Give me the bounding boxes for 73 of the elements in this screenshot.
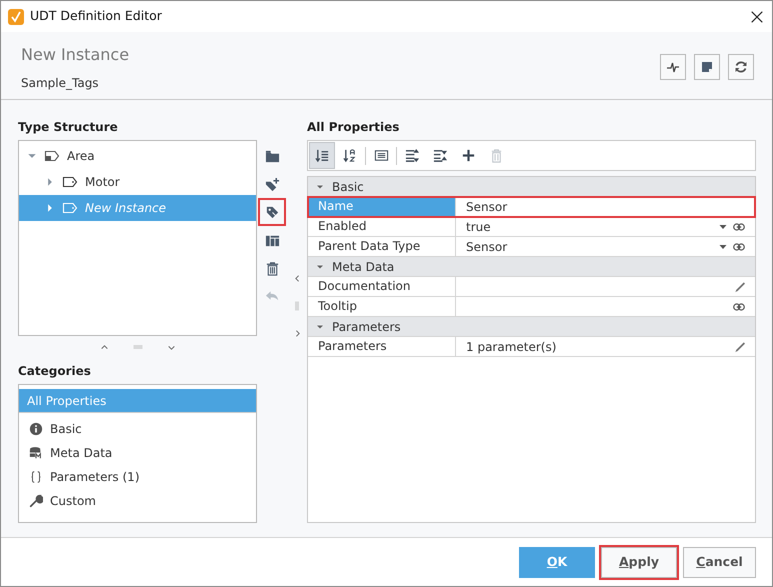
sort-category-icon bbox=[314, 148, 330, 163]
provider-name: Sample_Tags bbox=[21, 75, 100, 92]
tag-icon bbox=[61, 174, 79, 190]
property-name[interactable]: Documentation bbox=[308, 277, 456, 296]
link-icon[interactable] bbox=[731, 240, 747, 252]
collapse-all-icon bbox=[432, 148, 448, 163]
section-title: Type Structure bbox=[18, 119, 119, 136]
property-name[interactable]: Enabled bbox=[308, 217, 456, 236]
list-view-icon bbox=[374, 148, 388, 163]
tree-item[interactable]: Motor bbox=[19, 169, 256, 195]
name-input-field[interactable]: Sensor bbox=[466, 198, 747, 216]
app-logo-icon bbox=[8, 8, 24, 24]
category-label: Meta Data bbox=[50, 445, 112, 462]
dialog-button[interactable]: Cancel bbox=[683, 546, 756, 578]
toolbar-button[interactable] bbox=[309, 142, 335, 169]
pencil-icon[interactable] bbox=[734, 340, 747, 353]
property-group-header[interactable]: Basic bbox=[308, 177, 755, 197]
instance-title: New Instance bbox=[21, 44, 130, 66]
property-name[interactable]: Parameters bbox=[308, 337, 456, 356]
close-icon[interactable] bbox=[750, 10, 764, 24]
section-title: Categories bbox=[18, 363, 92, 380]
note-button[interactable] bbox=[694, 54, 720, 80]
dialog-button[interactable]: Apply bbox=[601, 546, 677, 578]
tree-item-label: New Instance bbox=[85, 200, 166, 217]
database-icon bbox=[29, 446, 43, 460]
dropdown-arrow-icon[interactable] bbox=[719, 222, 727, 230]
property-value: Sensor bbox=[466, 238, 508, 256]
tree-item-label: Area bbox=[67, 148, 95, 165]
property-name[interactable]: Parent Data Type bbox=[308, 237, 456, 256]
expand-all-icon bbox=[404, 148, 420, 163]
folder-icon bbox=[264, 148, 280, 164]
folder-tag-icon bbox=[43, 148, 61, 164]
category-label: Parameters (1) bbox=[50, 469, 140, 486]
window-title: UDT Definition Editor bbox=[30, 7, 162, 26]
property-value: true bbox=[466, 218, 491, 236]
dropdown-arrow-icon[interactable] bbox=[719, 242, 727, 250]
braces-icon bbox=[29, 470, 43, 484]
property-group-header[interactable]: Meta Data bbox=[308, 257, 755, 277]
group-label: Meta Data bbox=[332, 258, 394, 276]
caret-down-icon[interactable] bbox=[316, 322, 324, 330]
refresh-button[interactable] bbox=[728, 54, 754, 80]
category-item[interactable]: Basic bbox=[19, 417, 256, 441]
section-title: All Properties bbox=[307, 119, 400, 136]
property-value: 1 parameter(s) bbox=[466, 338, 556, 356]
property-group-header[interactable]: Parameters bbox=[308, 317, 755, 337]
tree-item-label: Motor bbox=[85, 174, 120, 191]
toolbar-button[interactable] bbox=[258, 198, 286, 226]
category-label: Basic bbox=[50, 421, 82, 438]
caret-down-icon[interactable] bbox=[316, 182, 324, 190]
property-name[interactable]: Tooltip bbox=[308, 297, 456, 316]
add-tag-icon bbox=[264, 176, 280, 192]
tag-icon bbox=[61, 200, 79, 216]
pulse-button[interactable] bbox=[660, 54, 686, 80]
add-icon bbox=[460, 148, 476, 163]
trash-icon bbox=[264, 260, 280, 276]
info-icon bbox=[29, 422, 43, 436]
sort-alpha-icon bbox=[342, 148, 358, 163]
group-label: Basic bbox=[332, 178, 364, 196]
category-item[interactable]: Custom bbox=[19, 489, 256, 513]
tree-item[interactable]: Area bbox=[19, 143, 256, 169]
pencil-icon[interactable] bbox=[734, 280, 747, 293]
note-icon bbox=[699, 59, 715, 75]
category-label: Custom bbox=[50, 493, 96, 510]
chevron-up-icon[interactable] bbox=[100, 342, 108, 352]
chevron-left-icon[interactable] bbox=[292, 274, 302, 283]
tags-icon bbox=[264, 204, 280, 220]
link-icon[interactable] bbox=[731, 300, 747, 312]
caret-down-icon[interactable] bbox=[316, 262, 324, 270]
category-item[interactable]: Parameters (1) bbox=[19, 465, 256, 489]
link-icon[interactable] bbox=[731, 220, 747, 232]
category-item[interactable]: Meta Data bbox=[19, 441, 256, 465]
group-label: Parameters bbox=[332, 318, 401, 336]
refresh-icon bbox=[733, 59, 749, 75]
